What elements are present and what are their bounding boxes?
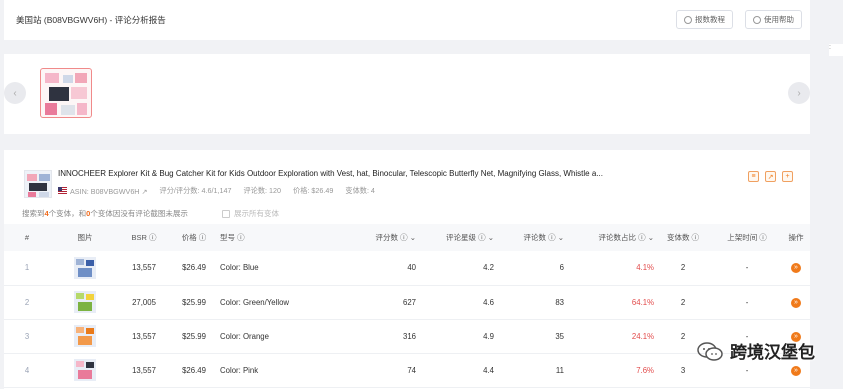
variant-summary: 搜索到4个变体，和0个变体因没有评论截图未展示 <box>22 209 188 218</box>
row-action-icon[interactable]: » <box>791 297 801 308</box>
product-variants: 变体数: 4 <box>345 186 375 195</box>
tutorial-button[interactable]: 报数教程 <box>676 10 733 29</box>
play-icon <box>684 15 692 24</box>
wechat-icon <box>696 340 724 362</box>
col-listed[interactable]: 上架时间 ⓘ <box>712 224 782 251</box>
watermark: 跨境汉堡包 <box>696 338 815 363</box>
product-thumbnail-image <box>27 174 50 197</box>
product-reviews: 评论数: 120 <box>243 186 282 195</box>
col-variants[interactable]: 变体数 ⓘ <box>654 224 712 251</box>
help-label: 使用帮助 <box>764 15 794 24</box>
page-title: 美国站 (B08VBGWV6H) - 评论分析报告 <box>16 15 166 25</box>
product-thumbnail <box>24 170 52 198</box>
show-all-variants-checkbox[interactable]: 展示所有变体 <box>222 208 279 219</box>
product-asin[interactable]: ASIN: B08VBGWV6H ↗ <box>58 186 148 196</box>
note-icon[interactable]: ≡ <box>748 171 759 182</box>
variant-image[interactable] <box>74 291 96 313</box>
col-bsr[interactable]: BSR ⓘ <box>120 224 168 251</box>
product-price: 价格: $26.49 <box>293 186 334 195</box>
col-model[interactable]: 型号 ⓘ <box>220 224 344 251</box>
col-stars[interactable]: 评论星级 ⓘ ⌄ <box>416 224 494 251</box>
product-actions: ≡ ↗ + <box>742 171 793 182</box>
variant-image[interactable] <box>74 359 96 381</box>
side-marker: : <box>829 44 843 56</box>
carousel-next-button[interactable]: › <box>788 82 810 104</box>
product-meta: ASIN: B08VBGWV6H ↗ 评分/评分数: 4.6/1,147 评论数… <box>58 186 375 196</box>
row-action-icon[interactable]: » <box>791 365 801 376</box>
carousel-prev-button[interactable]: ‹ <box>4 82 26 104</box>
product-rating: 评分/评分数: 4.6/1,147 <box>159 186 232 195</box>
us-flag-icon <box>58 186 67 194</box>
table-row: 3 13,557 $25.99 Color: Orange 316 4.9 35… <box>4 319 810 354</box>
variant-table: # 图片 BSR ⓘ 价格 ⓘ 型号 ⓘ 评分数 ⓘ ⌄ 评论星级 ⓘ ⌄ 评论… <box>4 224 810 388</box>
tutorial-label: 报数教程 <box>695 15 725 24</box>
table-row: 1 13,557 $26.49 Color: Blue 40 4.2 6 4.1… <box>4 251 810 286</box>
variant-analysis-panel: INNOCHEER Explorer Kit & Bug Catcher Kit… <box>4 150 810 389</box>
image-carousel: ‹ › <box>4 54 810 134</box>
carousel-thumbnail[interactable] <box>40 68 92 118</box>
table-row: 2 27,005 $25.99 Color: Green/Yellow 627 … <box>4 285 810 320</box>
col-price[interactable]: 价格 ⓘ <box>168 224 220 251</box>
col-reviews[interactable]: 评论数 ⓘ ⌄ <box>494 224 564 251</box>
col-image: 图片 <box>50 224 120 251</box>
col-ratings[interactable]: 评分数 ⓘ ⌄ <box>344 224 416 251</box>
share-icon[interactable]: ↗ <box>765 171 776 182</box>
add-icon[interactable]: + <box>782 171 793 182</box>
variant-image[interactable] <box>74 256 96 279</box>
table-row: 4 13,557 $26.49 Color: Pink 74 4.4 11 7.… <box>4 353 810 388</box>
row-action-icon[interactable]: » <box>791 263 801 274</box>
watermark-text: 跨境汉堡包 <box>730 343 815 362</box>
col-index: # <box>4 224 50 251</box>
report-header: 美国站 (B08VBGWV6H) - 评论分析报告 报数教程 使用帮助 <box>4 0 810 40</box>
checkbox-box[interactable] <box>222 209 230 218</box>
help-icon <box>753 15 761 24</box>
product-image <box>45 73 87 115</box>
help-button[interactable]: 使用帮助 <box>745 10 802 29</box>
product-title[interactable]: INNOCHEER Explorer Kit & Bug Catcher Kit… <box>58 169 603 178</box>
table-header-row: # 图片 BSR ⓘ 价格 ⓘ 型号 ⓘ 评分数 ⓘ ⌄ 评论星级 ⓘ ⌄ 评论… <box>4 224 810 251</box>
col-share[interactable]: 评论数占比 ⓘ ⌄ <box>564 224 654 251</box>
col-actions: 操作 <box>782 224 810 251</box>
variant-image[interactable] <box>74 325 96 347</box>
